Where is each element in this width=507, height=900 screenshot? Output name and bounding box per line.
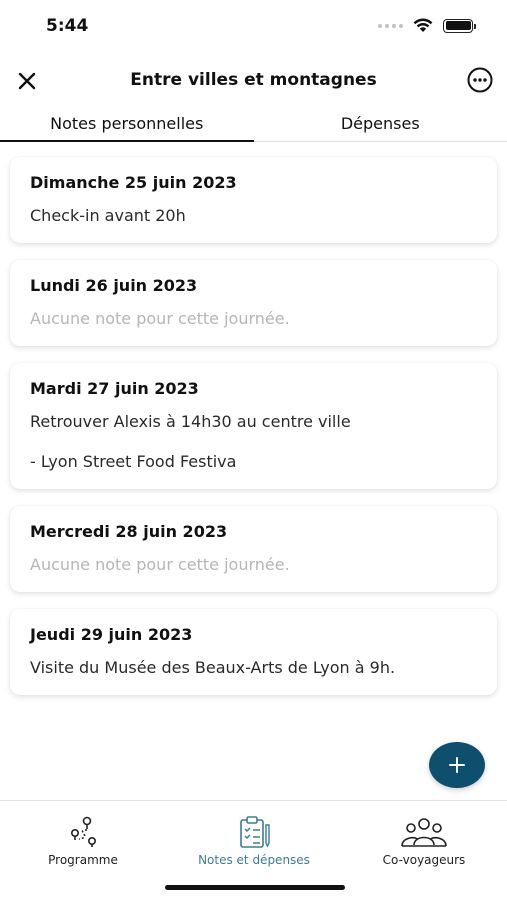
notes-list: Dimanche 25 juin 2023 Check-in avant 20h…	[10, 157, 497, 712]
more-icon	[467, 67, 493, 93]
nav-label: Programme	[48, 853, 118, 867]
route-icon	[71, 816, 96, 847]
note-date: Lundi 26 juin 2023	[30, 276, 198, 295]
battery-icon	[443, 18, 476, 33]
note-card[interactable]: Lundi 26 juin 2023 Aucune note pour cett…	[10, 260, 497, 346]
empty-note-text: Aucune note pour cette journée.	[30, 309, 290, 328]
note-date: Mercredi 28 juin 2023	[30, 522, 228, 541]
note-card[interactable]: Jeudi 29 juin 2023 Visite du Musée des B…	[10, 609, 497, 695]
nav-co-voyageurs[interactable]: Co-voyageurs	[349, 815, 499, 867]
note-text: Check-in avant 20h	[30, 206, 186, 225]
nav-label: Co-voyageurs	[382, 853, 466, 867]
home-indicator	[165, 885, 345, 890]
note-text: Visite du Musée des Beaux-Arts de Lyon à…	[30, 658, 396, 677]
note-card[interactable]: Dimanche 25 juin 2023 Check-in avant 20h	[10, 157, 497, 243]
note-card[interactable]: Mardi 27 juin 2023 Retrouver Alexis à 14…	[10, 363, 497, 489]
clipboard-icon	[240, 816, 270, 848]
group-icon	[401, 818, 447, 847]
header: Entre villes et montagnes	[0, 58, 507, 104]
page-title: Entre villes et montagnes	[130, 70, 377, 90]
status-bar: 5:44	[0, 0, 507, 52]
note-text: - Lyon Street Food Festiva	[30, 452, 237, 471]
wifi-icon	[413, 18, 433, 32]
note-date: Dimanche 25 juin 2023	[30, 173, 237, 192]
add-note-button[interactable]	[429, 742, 485, 788]
signal-icon	[378, 23, 403, 28]
plus-icon	[449, 757, 465, 773]
status-time: 5:44	[46, 16, 89, 36]
nav-programme[interactable]: Programme	[8, 815, 158, 867]
more-options-button[interactable]	[466, 66, 494, 94]
status-icons	[378, 18, 476, 33]
empty-note-text: Aucune note pour cette journée.	[30, 555, 290, 574]
note-date: Jeudi 29 juin 2023	[30, 625, 193, 644]
nav-label: Notes et dépenses	[198, 853, 310, 867]
note-card[interactable]: Mercredi 28 juin 2023 Aucune note pour c…	[10, 506, 497, 592]
tab-notes-personnelles[interactable]: Notes personnelles	[0, 106, 254, 142]
tab-depenses[interactable]: Dépenses	[254, 106, 507, 141]
note-date: Mardi 27 juin 2023	[30, 379, 199, 398]
note-text: Retrouver Alexis à 14h30 au centre ville	[30, 412, 351, 431]
nav-notes-et-depenses[interactable]: Notes et dépenses	[179, 815, 329, 867]
tab-bar: Notes personnelles Dépenses	[0, 106, 507, 142]
